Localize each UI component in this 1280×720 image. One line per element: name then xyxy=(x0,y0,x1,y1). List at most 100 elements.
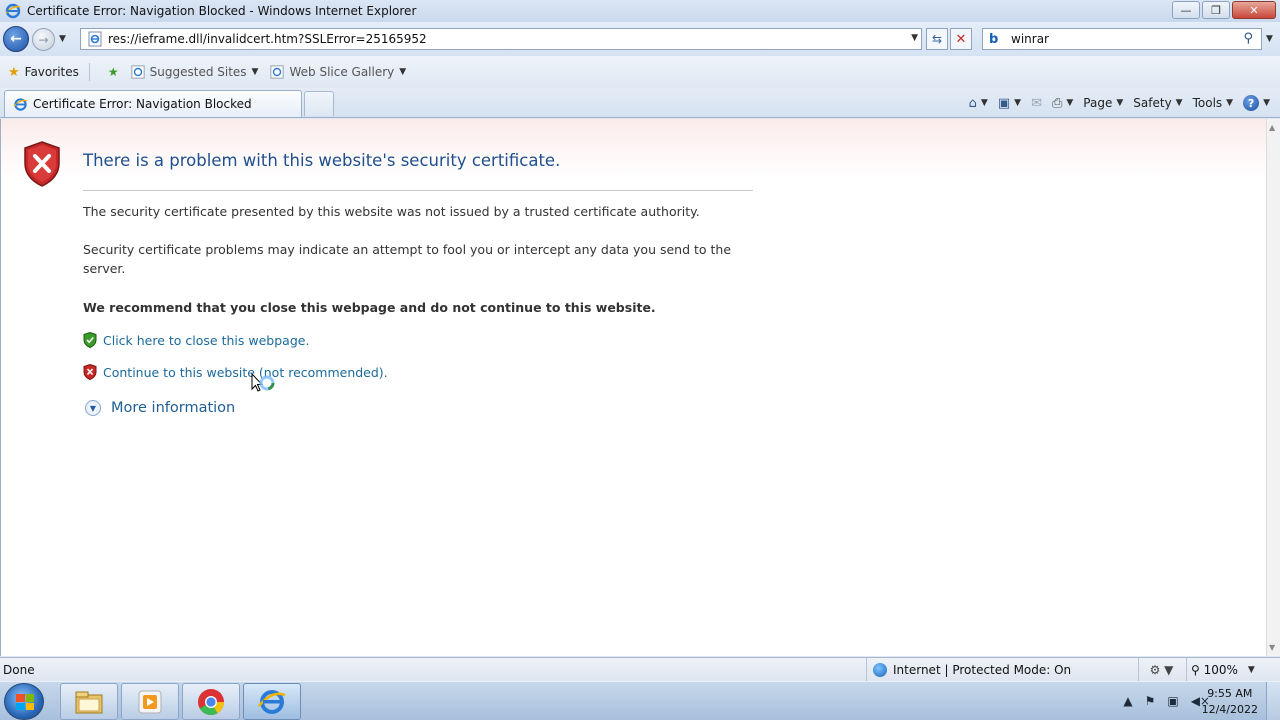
busy-cursor-icon xyxy=(251,373,275,392)
chevron-down-icon: ▼ xyxy=(1263,98,1270,108)
stop-button[interactable]: ✕ xyxy=(950,28,972,50)
navigation-bar: ← → ▼ res://ieframe.dll/invalidcert.htm?… xyxy=(0,22,1280,56)
chevron-down-icon: ▼ xyxy=(251,67,259,77)
back-button[interactable]: ← xyxy=(3,26,29,52)
security-warning-message: Security certificate problems may indica… xyxy=(83,242,732,276)
minimize-button[interactable]: — xyxy=(1172,1,1200,19)
forward-button[interactable]: → xyxy=(32,28,55,51)
more-information-label: More information xyxy=(111,400,236,416)
clock[interactable]: 9:55 AM 12/4/2022 xyxy=(1202,686,1258,718)
refresh-icon: ⇆ xyxy=(931,32,943,46)
search-box[interactable]: b winrar ⚲ xyxy=(982,28,1262,50)
error-shield-icon xyxy=(83,364,97,380)
internet-explorer-icon xyxy=(13,97,28,111)
more-information-toggle[interactable]: ▼ More information xyxy=(85,400,235,416)
help-icon: ? xyxy=(1243,95,1260,111)
security-zone-label: Internet | Protected Mode: On xyxy=(893,662,1072,677)
network-icon[interactable]: ▣ xyxy=(1167,694,1178,708)
favorites-button[interactable]: ★ Favorites xyxy=(8,65,79,80)
close-webpage-link[interactable]: Click here to close this webpage. xyxy=(103,333,309,348)
chevron-down-icon: ▼ xyxy=(980,98,988,108)
safety-menu[interactable]: Safety ▼ xyxy=(1133,96,1182,110)
vertical-scrollbar[interactable]: ▲ ▼ xyxy=(1266,119,1280,656)
command-bar: ⌂ ▼ ▣ ▼ ✉ ⎙ ▼ Page ▼ Safety ▼ Tools ▼ ? ▼ xyxy=(959,92,1270,114)
tab-bar: Certificate Error: Navigation Blocked ⌂ ▼… xyxy=(0,88,1280,118)
expand-icon: ▼ xyxy=(85,400,101,416)
search-options-dropdown[interactable]: ▼ xyxy=(1266,34,1273,44)
refresh-button[interactable]: ⇆ xyxy=(926,28,948,50)
chevron-down-icon: ▼ xyxy=(1116,98,1124,108)
page-content: There is a problem with this website's s… xyxy=(0,119,1266,656)
address-url[interactable]: res://ieframe.dll/invalidcert.htm?SSLErr… xyxy=(108,32,427,46)
search-icon[interactable]: ⚲ xyxy=(1243,31,1253,46)
page-menu[interactable]: Page ▼ xyxy=(1083,96,1123,110)
tools-menu[interactable]: Tools ▼ xyxy=(1193,96,1233,110)
chevron-down-icon: ▼ xyxy=(1247,664,1255,675)
bing-icon: b xyxy=(989,31,999,47)
recent-pages-dropdown[interactable]: ▼ xyxy=(59,34,66,44)
chevron-down-icon: ▼ xyxy=(1226,98,1234,108)
magnifier-icon: ⚲ xyxy=(1191,662,1204,677)
taskbar-internet-explorer[interactable] xyxy=(243,683,301,720)
feeds-button[interactable]: ▣ ▼ xyxy=(998,96,1021,111)
continue-to-website-link[interactable]: Continue to this website (not recommende… xyxy=(103,365,388,380)
taskbar-media-player[interactable] xyxy=(121,683,179,720)
taskbar-chrome[interactable] xyxy=(182,683,240,720)
windows-logo-icon xyxy=(16,694,34,710)
back-arrow-icon: ← xyxy=(10,31,22,47)
tab-certificate-error[interactable]: Certificate Error: Navigation Blocked xyxy=(4,90,302,117)
continue-row: Continue to this website (not recommende… xyxy=(83,364,388,380)
print-button[interactable]: ⎙ ▼ xyxy=(1052,96,1073,111)
page-title: There is a problem with this website's s… xyxy=(83,151,561,170)
search-input[interactable]: winrar xyxy=(1011,32,1049,46)
globe-icon xyxy=(873,662,887,677)
new-tab-button[interactable] xyxy=(304,91,334,116)
restore-button[interactable]: ❐ xyxy=(1202,1,1230,19)
file-explorer-icon xyxy=(75,691,103,713)
safe-shield-icon xyxy=(83,332,97,348)
chevron-down-icon: ▼ xyxy=(1014,98,1022,108)
show-hidden-icons[interactable]: ▲ xyxy=(1123,694,1132,708)
taskbar-file-explorer[interactable] xyxy=(60,683,118,720)
status-bar: Done Internet | Protected Mode: On ⚙ ▼ ⚲… xyxy=(0,657,1280,681)
start-button[interactable] xyxy=(4,683,44,720)
scroll-down-icon[interactable]: ▼ xyxy=(1269,643,1275,652)
system-tray: ▲ ⚑ ▣ ◀× xyxy=(1111,694,1210,708)
protected-mode-button[interactable]: ⚙ ▼ xyxy=(1138,658,1184,681)
title-bar: Certificate Error: Navigation Blocked - … xyxy=(0,0,1280,22)
read-mail-button[interactable]: ✉ xyxy=(1031,96,1042,111)
help-menu[interactable]: ? ▼ xyxy=(1243,95,1270,111)
status-text: Done xyxy=(3,663,35,677)
zoom-level: 100% xyxy=(1203,662,1238,677)
suggested-sites-link[interactable]: Suggested Sites ▼ xyxy=(131,65,259,79)
window-controls: — ❐ ✕ xyxy=(1170,1,1276,19)
chevron-down-icon: ▼ xyxy=(399,67,407,77)
address-bar[interactable]: res://ieframe.dll/invalidcert.htm?SSLErr… xyxy=(80,28,922,50)
scroll-up-icon[interactable]: ▲ xyxy=(1269,123,1275,132)
action-center-flag-icon[interactable]: ⚑ xyxy=(1145,694,1156,708)
chevron-down-icon: ▼ xyxy=(1066,98,1074,108)
close-window-button[interactable]: ✕ xyxy=(1232,1,1276,19)
rss-feed-icon: ▣ xyxy=(997,95,1011,111)
show-desktop-button[interactable] xyxy=(1266,682,1280,720)
page-icon xyxy=(88,31,102,47)
chevron-down-icon: ▼ xyxy=(1175,98,1183,108)
favorites-label: Favorites xyxy=(24,65,79,79)
address-dropdown-icon[interactable]: ▼ xyxy=(911,33,918,43)
web-slice-gallery-link[interactable]: Web Slice Gallery ▼ xyxy=(270,65,406,79)
divider xyxy=(83,190,753,191)
safety-menu-label: Safety xyxy=(1133,96,1172,110)
stop-icon: ✕ xyxy=(955,31,967,47)
close-webpage-row: Click here to close this webpage. xyxy=(83,332,309,348)
security-zone[interactable]: Internet | Protected Mode: On xyxy=(866,658,1136,681)
mail-icon: ✉ xyxy=(1031,95,1042,111)
window-title: Certificate Error: Navigation Blocked - … xyxy=(27,4,417,18)
settings-icon: ⚙ ▼ xyxy=(1149,662,1174,677)
add-to-favorites-bar-icon[interactable]: ★ xyxy=(108,65,119,79)
favorites-star-icon: ★ xyxy=(8,64,20,80)
zoom-button[interactable]: ⚲ 100% ▼ xyxy=(1186,658,1266,681)
recommendation-text: We recommend that you close this webpage… xyxy=(83,300,656,315)
page-menu-label: Page xyxy=(1083,96,1113,110)
home-button[interactable]: ⌂ ▼ xyxy=(969,96,988,111)
taskbar: ▲ ⚑ ▣ ◀× 9:55 AM 12/4/2022 xyxy=(0,681,1280,720)
